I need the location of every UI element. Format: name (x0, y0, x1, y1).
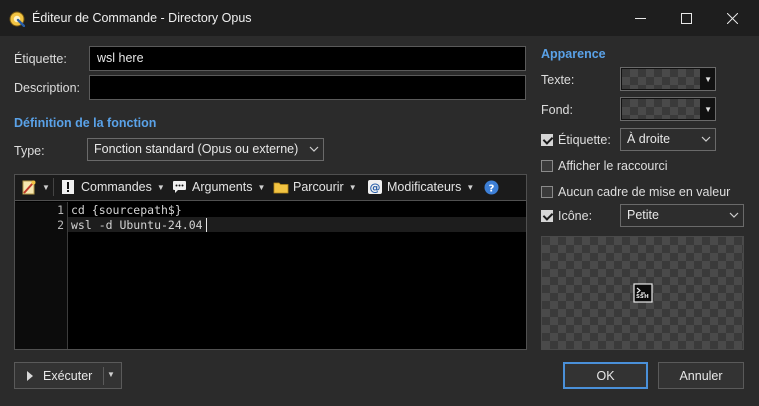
split-divider (103, 367, 104, 385)
text-color-picker[interactable]: ▼ (620, 67, 716, 91)
chevron-down-icon: ▼ (704, 75, 712, 84)
run-split-button[interactable]: Exécuter ▼ (14, 362, 122, 389)
appearance-section-title: Apparence (541, 47, 606, 61)
no-highlight-frame-checkbox[interactable] (541, 186, 553, 198)
modifiers-label: Modificateurs (387, 180, 462, 194)
code-line[interactable]: cd {sourcepath$} (71, 203, 182, 217)
icon-size-value: Petite (627, 208, 659, 222)
toolbar-divider (53, 178, 54, 196)
at-sign-icon: @ (368, 180, 382, 194)
color-swatch (622, 99, 700, 119)
chevron-down-icon: ▼ (42, 182, 50, 192)
play-icon (19, 370, 41, 381)
arguments-label: Arguments (192, 180, 253, 194)
text-caret (206, 218, 207, 232)
maximize-icon (680, 12, 692, 24)
type-select-value: Fonction standard (Opus ou externe) (94, 142, 299, 156)
terminal-ssh-icon: SSH (633, 283, 653, 303)
modifiers-menu[interactable]: @ Modificateurs ▼ (367, 179, 474, 195)
wizard-button[interactable]: ▼ (21, 179, 50, 195)
description-input[interactable] (89, 75, 526, 100)
exclamation-icon (62, 180, 74, 194)
speech-bubble-icon (173, 181, 186, 193)
icon-checkbox[interactable] (541, 210, 553, 222)
label-checkbox-caption: Étiquette: (558, 133, 611, 147)
svg-text:@: @ (370, 181, 381, 194)
background-color-picker[interactable]: ▼ (620, 97, 716, 121)
line-number: 2 (57, 218, 64, 232)
browse-label: Parcourir (293, 180, 344, 194)
svg-text:?: ? (489, 183, 495, 194)
background-color-caption: Fond: (541, 103, 573, 117)
cancel-label: Annuler (679, 368, 723, 383)
chevron-down-icon (701, 129, 711, 158)
browse-menu[interactable]: Parcourir ▼ (273, 179, 357, 195)
window-title: Éditeur de Commande - Directory Opus (32, 11, 252, 25)
type-caption: Type: (14, 144, 45, 158)
close-icon (726, 12, 738, 24)
chevron-down-icon: ▼ (704, 105, 712, 114)
ok-button[interactable]: OK (563, 362, 648, 389)
show-shortcut-checkbox[interactable] (541, 160, 553, 172)
label-input[interactable]: wsl here (89, 46, 526, 71)
icon-size-select[interactable]: Petite (620, 204, 744, 227)
show-shortcut-caption: Afficher le raccourci (558, 159, 668, 173)
label-position-select[interactable]: À droite (620, 128, 716, 151)
minimize-icon (634, 17, 646, 19)
chevron-down-icon: ▼ (348, 182, 357, 192)
run-label: Exécuter (43, 368, 93, 383)
chevron-down-icon: ▼ (107, 370, 115, 379)
definition-section-title: Définition de la fonction (14, 116, 157, 130)
cancel-button[interactable]: Annuler (658, 362, 744, 389)
folder-icon (273, 182, 289, 194)
minimize-button[interactable] (617, 0, 663, 36)
label-position-value: À droite (627, 132, 671, 146)
help-button[interactable]: ? (484, 179, 499, 195)
commands-menu[interactable]: Commandes ▼ (61, 179, 165, 195)
wand-icon (22, 180, 36, 195)
close-button[interactable] (709, 0, 755, 36)
chevron-down-icon: ▼ (156, 182, 165, 192)
chevron-down-icon (309, 139, 319, 168)
ssh-label: SSH (636, 294, 649, 300)
help-icon: ? (484, 180, 499, 194)
maximize-button[interactable] (663, 0, 709, 36)
commands-label: Commandes (81, 180, 152, 194)
color-swatch (622, 69, 700, 89)
chevron-down-icon: ▼ (257, 182, 266, 192)
icon-checkbox-caption: Icône: (558, 209, 593, 223)
label-caption: Étiquette: (14, 52, 67, 66)
text-color-caption: Texte: (541, 73, 575, 87)
description-caption: Description: (14, 81, 80, 95)
label-checkbox[interactable] (541, 134, 553, 146)
line-number: 1 (57, 203, 64, 217)
ok-label: OK (596, 368, 615, 383)
code-line[interactable]: wsl -d Ubuntu-24.04 (71, 218, 203, 232)
arguments-menu[interactable]: Arguments ▼ (172, 179, 265, 195)
no-highlight-frame-caption: Aucun cadre de mise en valeur (558, 185, 731, 199)
chevron-down-icon: ▼ (466, 182, 475, 192)
chevron-down-icon (729, 205, 739, 234)
type-select[interactable]: Fonction standard (Opus ou externe) (87, 138, 324, 161)
directory-opus-icon (9, 11, 26, 28)
